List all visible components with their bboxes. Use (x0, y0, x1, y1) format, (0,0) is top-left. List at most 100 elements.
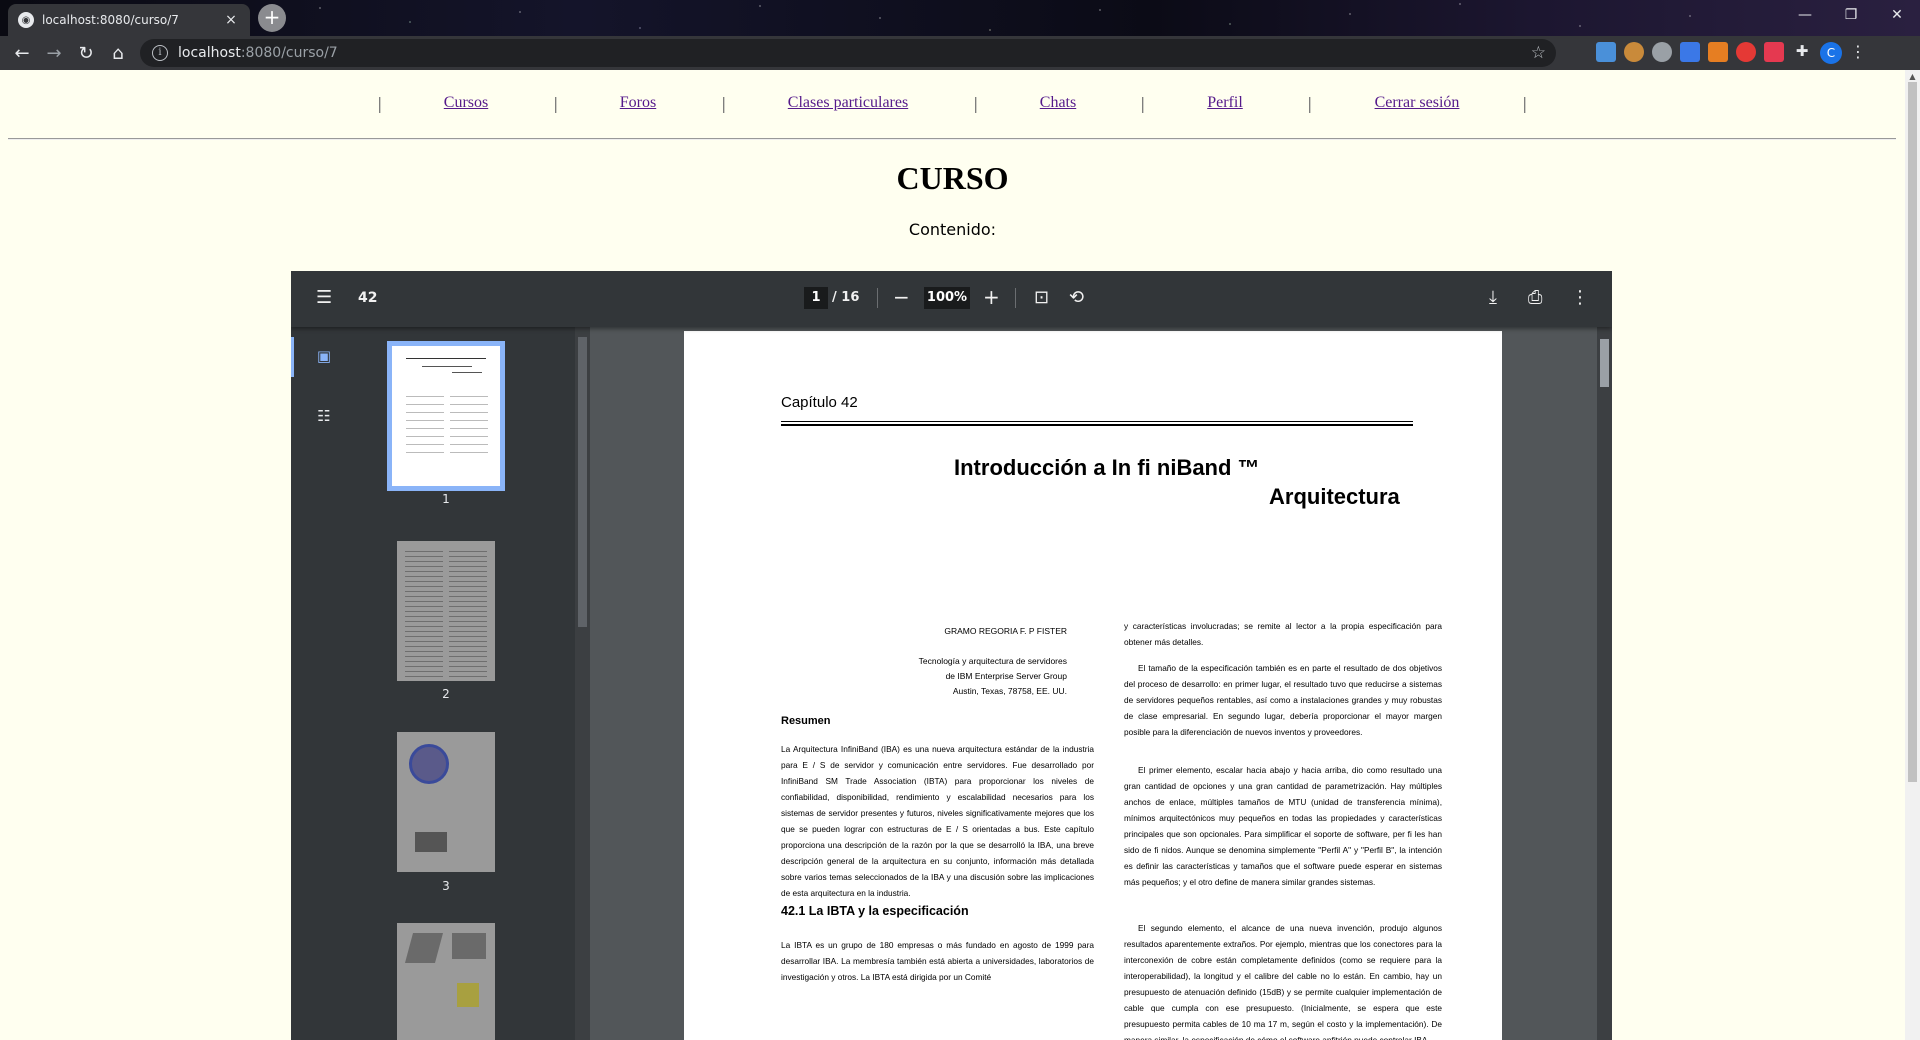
thumbnail-text-line (405, 646, 443, 647)
url-host: localhost (178, 45, 241, 61)
thumbnail-text-line (449, 656, 487, 657)
thumbnail-text-line (449, 566, 487, 567)
nav-link-clases-particulares[interactable]: Clases particulares (788, 94, 908, 112)
thumbnail-text-line (405, 676, 443, 677)
page-scrollbar[interactable]: ▲ (1905, 70, 1920, 1040)
zoom-in-icon[interactable]: + (983, 285, 1000, 309)
thumbnail-text-line (449, 606, 487, 607)
nav-separator: | (1140, 94, 1146, 113)
thumbnail-page-2[interactable] (397, 541, 495, 681)
thumbnail-page-4[interactable] (397, 923, 495, 1040)
thumbnail-figure (404, 933, 444, 963)
thumbnail-text-line (405, 641, 443, 642)
print-icon[interactable]: ⎙ (1528, 287, 1542, 308)
browser-menu-icon[interactable]: ⋮ (1850, 42, 1866, 64)
close-window-icon[interactable]: ✕ (1874, 0, 1920, 30)
thumbnail-text-line (449, 571, 487, 572)
pdf-scrollbar-thumb[interactable] (1600, 339, 1609, 387)
bookmark-star-icon[interactable]: ☆ (1531, 43, 1546, 63)
fit-to-page-icon[interactable]: ⊡ (1034, 287, 1049, 308)
thumbnail-text-line (405, 671, 443, 672)
thumbnail-text-line (449, 561, 487, 562)
thumbnail-scrollbar-thumb[interactable] (578, 337, 587, 627)
puzzle-extensions-icon[interactable]: ✚ (1792, 42, 1812, 62)
extension-icon-2[interactable] (1624, 42, 1644, 62)
thumbnail-text-line (405, 616, 443, 617)
thumbnail-text-line (449, 591, 487, 592)
outline-view-icon[interactable]: ☷ (315, 407, 333, 425)
pdf-viewer[interactable]: ☰ 42 1 / 16 − 100% + ⊡ ⟲ ⤓ ⎙ ⋮ ▣ ☷ 1 2 3… (291, 271, 1612, 1040)
paragraph: El tamaño de la especificación también e… (1124, 663, 1442, 737)
address-bar[interactable]: i localhost:8080/curso/7 ☆ (140, 39, 1556, 67)
browser-toolbar: ← → ↻ ⌂ i localhost:8080/curso/7 ☆ ✚ C ⋮ (0, 36, 1920, 70)
pdf-page: Capítulo 42 Introducción a In fi niBand … (684, 331, 1502, 1040)
back-icon[interactable]: ← (6, 37, 38, 69)
extension-icon-3[interactable] (1652, 42, 1672, 62)
thumbnail-text-line (449, 646, 487, 647)
thumbnail-text-line (449, 581, 487, 582)
page-scrollbar-thumb[interactable] (1908, 82, 1917, 782)
chapter-label: Capítulo 42 (781, 394, 858, 411)
toolbar-divider (1015, 288, 1016, 308)
nav-separator: | (721, 94, 727, 113)
thumbnail-text-line (405, 636, 443, 637)
nav-link-cerrar-sesion[interactable]: Cerrar sesión (1375, 94, 1460, 112)
zoom-input[interactable]: 100% (924, 287, 970, 309)
forward-icon[interactable]: → (38, 37, 70, 69)
paragraph: El segundo elemento, el alcance de una n… (1124, 923, 1442, 1040)
thumbnail-text-line (449, 666, 487, 667)
scroll-up-icon[interactable]: ▲ (1908, 72, 1917, 81)
download-icon[interactable]: ⤓ (1489, 287, 1497, 308)
thumbnail-sidebar: ▣ ☷ 1 2 3 (291, 327, 575, 1040)
minimize-icon[interactable]: — (1782, 0, 1828, 30)
toolbar-divider (877, 288, 878, 308)
rotate-icon[interactable]: ⟲ (1069, 287, 1084, 308)
profile-avatar[interactable]: C (1820, 42, 1842, 64)
new-tab-button[interactable]: + (258, 4, 286, 32)
thumbnail-text-line (449, 626, 487, 627)
page-number-input[interactable]: 1 (804, 287, 828, 309)
globe-icon: ◉ (18, 12, 34, 28)
thumbnail-text-line (449, 551, 487, 552)
extension-icon-5[interactable] (1708, 42, 1728, 62)
nav-link-cursos[interactable]: Cursos (444, 94, 488, 112)
nav-link-chats[interactable]: Chats (1040, 94, 1076, 112)
thumbnail-page-1[interactable] (387, 341, 505, 491)
download-extension-icon[interactable] (1596, 42, 1616, 62)
home-icon[interactable]: ⌂ (102, 37, 134, 69)
zoom-out-icon[interactable]: − (893, 285, 910, 309)
site-info-icon[interactable]: i (152, 45, 168, 61)
extension-icon-7[interactable] (1764, 42, 1784, 62)
thumbnail-scrollbar[interactable] (575, 327, 590, 1040)
extension-icon-6[interactable] (1736, 42, 1756, 62)
translate-extension-icon[interactable] (1680, 42, 1700, 62)
maximize-icon[interactable]: ❐ (1828, 0, 1874, 30)
thumbnails-view-icon[interactable]: ▣ (315, 347, 333, 365)
nav-link-foros[interactable]: Foros (620, 94, 656, 112)
paragraph: y características involucradas; se remit… (1124, 621, 1442, 647)
thumbnail-text-line (449, 586, 487, 587)
tab-close-icon[interactable]: × (222, 12, 240, 28)
reload-icon[interactable]: ↻ (70, 37, 102, 69)
thumbnail-page-3[interactable] (397, 732, 495, 872)
thumbnail-text-line (449, 611, 487, 612)
pdf-menu-icon[interactable]: ☰ (316, 287, 332, 308)
thumbnail-text-line (449, 676, 487, 677)
author-affiliation: de IBM Enterprise Server Group (945, 671, 1067, 681)
thumbnail-text-line (405, 621, 443, 622)
thumbnail-text-line (405, 631, 443, 632)
right-column: y características involucradas; se remit… (1124, 618, 1442, 1040)
thumbnail-number: 1 (442, 492, 450, 506)
nav-link-perfil[interactable]: Perfil (1207, 94, 1243, 112)
thumbnail-text-line (449, 616, 487, 617)
thumbnail-text-line (405, 561, 443, 562)
thumbnail-text-line (405, 576, 443, 577)
pdf-scrollbar[interactable] (1597, 327, 1612, 1040)
nav-separator: | (1307, 94, 1313, 113)
thumbnail-number: 2 (442, 687, 450, 701)
thumbnail-text-line (405, 611, 443, 612)
nav-separator: | (377, 94, 383, 113)
thumbnail-text-line (405, 661, 443, 662)
more-options-icon[interactable]: ⋮ (1571, 287, 1589, 308)
browser-tab[interactable]: ◉ localhost:8080/curso/7 × (8, 4, 250, 36)
